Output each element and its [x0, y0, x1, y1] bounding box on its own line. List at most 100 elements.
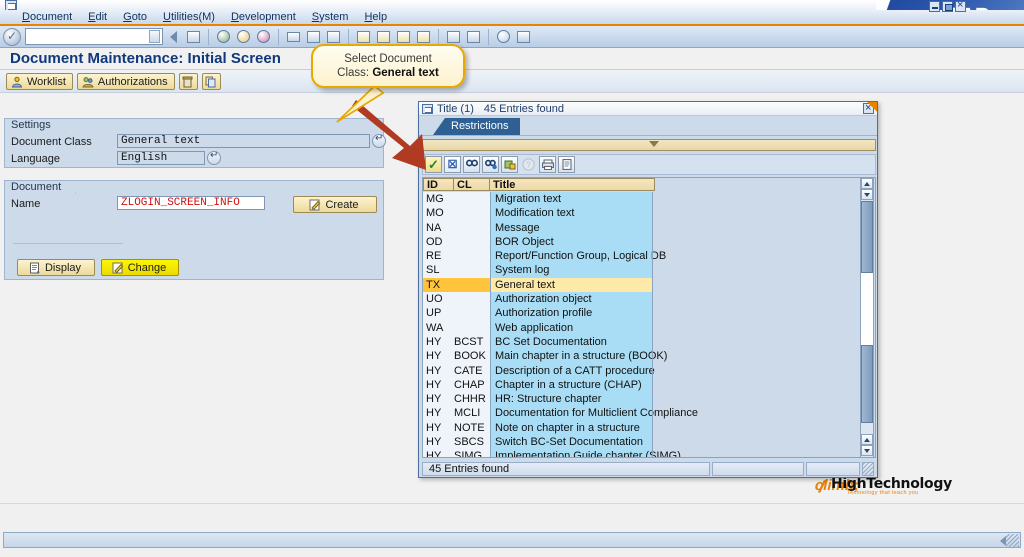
- help-icon: ?: [520, 156, 537, 173]
- find-next-icon[interactable]: [482, 156, 499, 173]
- document-panel-title: Document: [4, 180, 76, 194]
- new-session-icon[interactable]: [444, 28, 463, 46]
- scroll-up-button-top[interactable]: [861, 178, 873, 189]
- delete-button[interactable]: [178, 73, 198, 90]
- row-id: OD: [423, 234, 454, 250]
- row-id: HY: [423, 420, 454, 436]
- table-row[interactable]: HY MCLI Documentation for Multiclient Comp…: [423, 406, 698, 421]
- sap-gui-screen: SAP Document Edit Goto Utilities(M) Deve…: [0, 0, 1024, 557]
- menu-item-development[interactable]: Development: [223, 10, 304, 24]
- scroll-up-button-bottom[interactable]: [861, 434, 873, 445]
- command-history-icon[interactable]: [149, 30, 160, 43]
- find-icon[interactable]: [463, 156, 480, 173]
- table-row[interactable]: HY CHHR HR: Structure chapter: [423, 392, 653, 407]
- language-dropdown-button[interactable]: [207, 150, 221, 165]
- scroll-down-button-top[interactable]: [861, 189, 873, 200]
- table-row[interactable]: OD BOR Object: [423, 234, 653, 250]
- personal-values-icon[interactable]: [501, 156, 518, 173]
- column-header-cl[interactable]: CL: [454, 178, 490, 191]
- table-row[interactable]: UO Authorization object: [423, 292, 653, 307]
- authorizations-button[interactable]: Authorizations: [76, 73, 175, 90]
- create-shortcut-icon[interactable]: [464, 28, 483, 46]
- table-row[interactable]: SL System log: [423, 263, 653, 278]
- dialog-status-text: 45 Entries found: [422, 462, 710, 476]
- find-next-icon[interactable]: [324, 28, 343, 46]
- table-row[interactable]: HY SIMG Implementation Guide chapter (SIMG…: [423, 449, 681, 457]
- scroll-track[interactable]: [861, 273, 873, 345]
- first-page-icon[interactable]: [354, 28, 373, 46]
- scroll-down-button-bottom[interactable]: [861, 445, 873, 456]
- last-page-icon[interactable]: [414, 28, 433, 46]
- scroll-thumb-upper[interactable]: [861, 201, 873, 273]
- menu-item-system[interactable]: System: [304, 10, 357, 24]
- hightechnology-glyph-icon: [818, 479, 828, 493]
- back-green-icon[interactable]: [214, 28, 233, 46]
- row-title: System log: [490, 263, 653, 278]
- change-button[interactable]: Change: [101, 259, 179, 276]
- status-resize-grip[interactable]: [1006, 534, 1019, 547]
- save-icon[interactable]: [184, 28, 203, 46]
- table-row[interactable]: HY CATE Description of a CATT procedure: [423, 363, 655, 378]
- table-row[interactable]: RE Report/Function Group, Logical DB: [423, 249, 666, 264]
- next-page-icon[interactable]: [394, 28, 413, 46]
- row-cl: BOOK: [454, 349, 490, 364]
- table-row[interactable]: HY BCST BC Set Documentation: [423, 334, 653, 350]
- row-title: Message: [490, 220, 653, 235]
- menu-item-edit[interactable]: Edit: [80, 10, 115, 24]
- print-icon[interactable]: [539, 156, 556, 173]
- document-name-input[interactable]: ZLOGIN_SCREEN_INFO: [117, 196, 265, 210]
- column-header-title[interactable]: Title: [490, 178, 655, 191]
- document-class-label: Document Class: [11, 136, 92, 148]
- scroll-thumb-lower[interactable]: [861, 345, 873, 423]
- create-label: Create: [325, 198, 359, 211]
- menu-item-utilities[interactable]: Utilities(M): [155, 10, 223, 24]
- row-cl: [454, 220, 490, 235]
- list-vertical-scrollbar[interactable]: [860, 177, 874, 458]
- menu-item-help[interactable]: Help: [356, 10, 395, 24]
- table-row[interactable]: MG Migration text: [423, 192, 653, 207]
- command-input[interactable]: [25, 28, 163, 45]
- application-toolbar: Worklist Authorizations: [0, 71, 1024, 93]
- customize-icon[interactable]: [514, 28, 533, 46]
- copy-button[interactable]: [201, 73, 221, 90]
- menu-item-document[interactable]: Document: [14, 10, 80, 24]
- dialog-resize-grip[interactable]: [862, 462, 874, 476]
- enter-ok-icon[interactable]: [3, 27, 21, 46]
- print-icon[interactable]: [284, 28, 303, 46]
- table-row[interactable]: HY CHAP Chapter in a structure (CHAP): [423, 377, 653, 393]
- worklist-button[interactable]: Worklist: [6, 73, 73, 90]
- table-row[interactable]: WA Web application: [423, 320, 653, 335]
- back-icon[interactable]: [164, 28, 183, 46]
- language-input[interactable]: English: [117, 151, 205, 165]
- worklist-label: Worklist: [27, 75, 66, 88]
- callout-line-2-bold: General text: [372, 67, 439, 79]
- table-row[interactable]: TX General text: [423, 277, 653, 293]
- create-button[interactable]: Create: [293, 196, 377, 213]
- table-row[interactable]: UP Authorization profile: [423, 306, 653, 321]
- row-title: Authorization profile: [490, 306, 653, 321]
- menu-bar: Document Edit Goto Utilities(M) Developm…: [0, 10, 1024, 26]
- callout-line-1: Select Document: [344, 53, 432, 65]
- find-icon[interactable]: [304, 28, 323, 46]
- table-row[interactable]: NA Message: [423, 220, 653, 235]
- table-row[interactable]: HY NOTE Note on chapter in a structure: [423, 420, 653, 436]
- dialog-status-bar: 45 Entries found: [422, 462, 876, 476]
- previous-page-icon[interactable]: [374, 28, 393, 46]
- list-icon[interactable]: [558, 156, 575, 173]
- column-header-id[interactable]: ID: [423, 178, 454, 191]
- display-button[interactable]: Display: [17, 259, 95, 276]
- table-row[interactable]: HY SBCS Switch BC-Set Documentation: [423, 435, 653, 450]
- table-row[interactable]: HY BOOK Main chapter in a structure (BOOK): [423, 349, 667, 364]
- row-cl: [454, 206, 490, 221]
- row-cl: SBCS: [454, 435, 490, 450]
- maximize-icon[interactable]: [942, 1, 953, 12]
- table-row[interactable]: MO Modification text: [423, 206, 653, 221]
- close-icon[interactable]: [955, 0, 966, 12]
- exit-icon[interactable]: [234, 28, 253, 46]
- authorizations-icon: [82, 76, 94, 88]
- restrictions-bar[interactable]: [422, 139, 876, 151]
- minimize-icon[interactable]: [929, 1, 940, 12]
- help-icon[interactable]: [494, 28, 513, 46]
- cancel-icon[interactable]: [254, 28, 273, 46]
- menu-item-goto[interactable]: Goto: [115, 10, 155, 24]
